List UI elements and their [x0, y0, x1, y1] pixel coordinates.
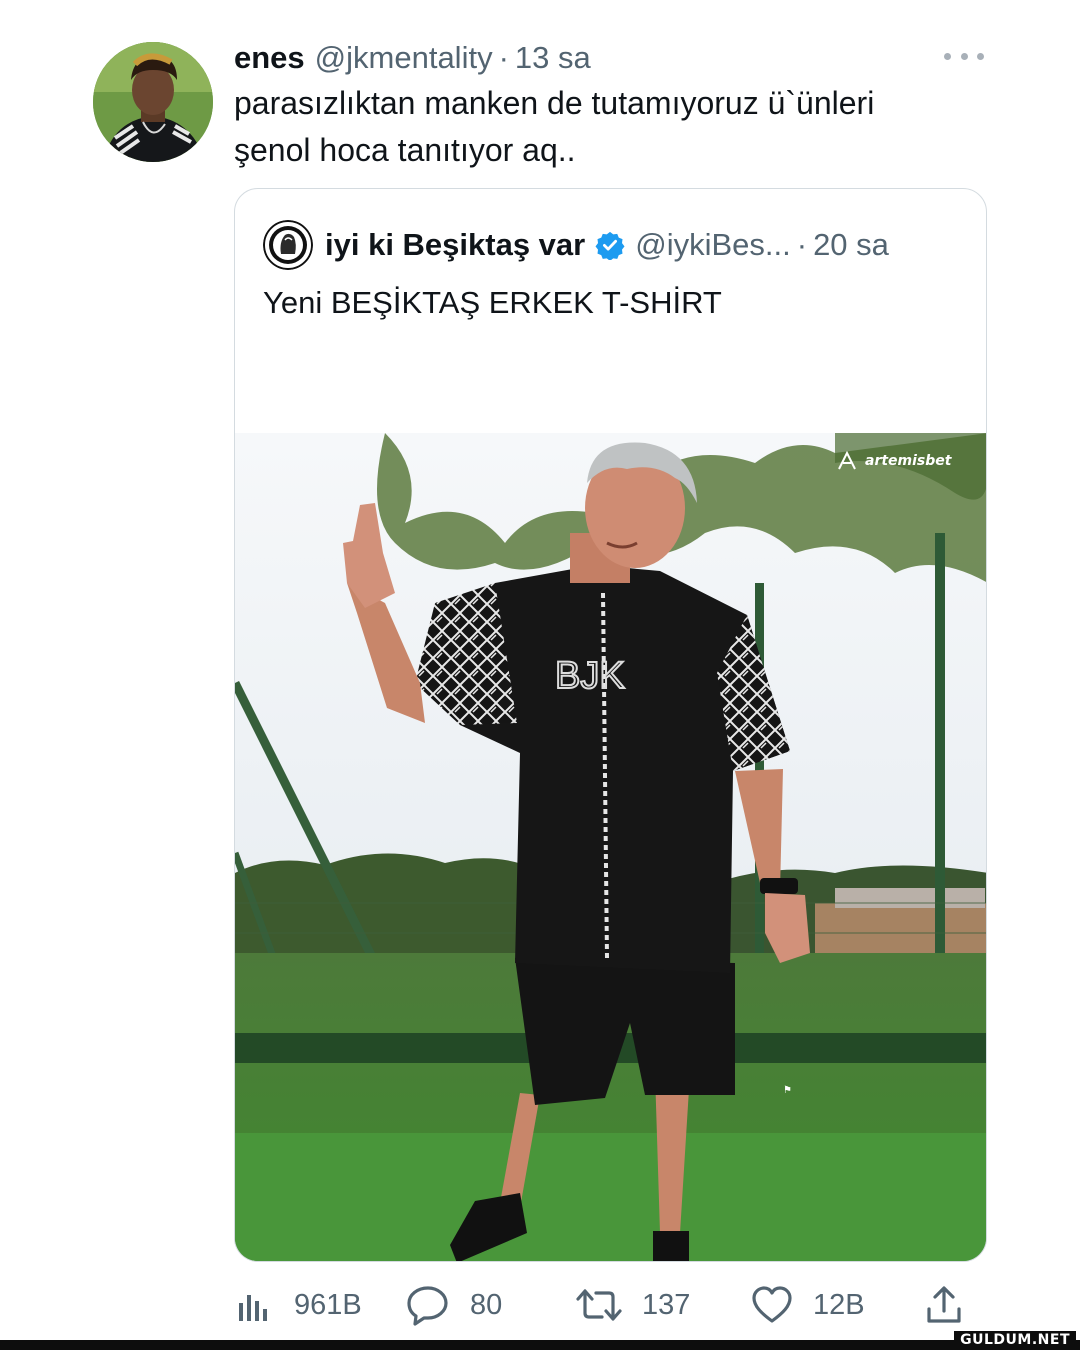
retweet-button[interactable]: 137 [576, 1280, 690, 1330]
author-avatar-image [93, 42, 213, 162]
verified-badge-icon [595, 231, 625, 260]
tweet-text: parasızlıktan manken de tutamıyoruz ü`ün… [234, 85, 875, 168]
photo-watermark-text: artemisbet [865, 453, 953, 469]
share-icon [927, 1286, 961, 1323]
tweet-header: enes @jkmentality · 13 sa [234, 36, 591, 80]
reply-button[interactable]: 80 [406, 1280, 502, 1330]
author-handle[interactable]: @jkmentality [315, 40, 493, 76]
share-button[interactable] [924, 1280, 964, 1330]
shirt-print-text: BJK [555, 655, 625, 697]
quote-header: iyi ki Beşiktaş var @iykiBes... · 20 sa [263, 219, 889, 271]
quote-author-avatar[interactable] [263, 220, 313, 270]
quote-author-name[interactable]: iyi ki Beşiktaş var [325, 227, 585, 263]
bottom-border [0, 1340, 1080, 1350]
more-horizontal-icon [944, 52, 951, 60]
site-watermark: GULDUM.NET [954, 1331, 1076, 1350]
quoted-tweet-card[interactable]: iyi ki Beşiktaş var @iykiBes... · 20 sa … [234, 188, 987, 1262]
more-options-button[interactable] [944, 44, 984, 68]
author-name[interactable]: enes [234, 40, 305, 76]
more-dot [960, 52, 968, 60]
quote-photo[interactable]: BJK artemisbet ⚑ [235, 433, 987, 1262]
quote-time[interactable]: 20 sa [813, 227, 889, 263]
like-button[interactable]: 12B [751, 1280, 865, 1330]
more-dot [977, 52, 984, 60]
tweet-action-bar: 961B 80 137 12B [234, 1280, 994, 1330]
author-avatar[interactable] [93, 42, 213, 162]
header-separator: · [498, 40, 509, 75]
shorts-badge-icon: ⚑ [783, 1085, 792, 1096]
quote-text: Yeni BEŞİKTAŞ ERKEK T-SHİRT [263, 285, 722, 320]
views-chart-icon [239, 1295, 267, 1321]
retweet-count: 137 [642, 1288, 691, 1321]
views-count: 961B [294, 1288, 362, 1321]
reply-icon [407, 1286, 448, 1326]
quote-header-separator: · [796, 227, 808, 262]
quote-author-handle[interactable]: @iykiBes... [635, 227, 791, 263]
like-count: 12B [813, 1288, 865, 1321]
heart-icon [752, 1286, 792, 1323]
reply-count: 80 [470, 1288, 503, 1321]
views-button[interactable]: 961B [234, 1280, 362, 1330]
retweet-icon [576, 1289, 622, 1321]
post-time[interactable]: 13 sa [515, 40, 591, 76]
